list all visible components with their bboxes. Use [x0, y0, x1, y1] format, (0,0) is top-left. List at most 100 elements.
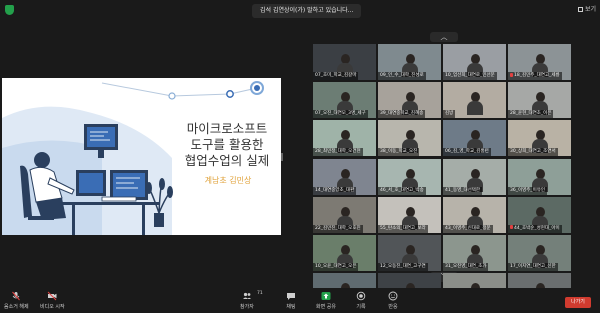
slide-author: 계남초 김민상	[204, 176, 252, 185]
participants-icon	[242, 292, 251, 299]
participant-name: 38_이동_학교_오진	[378, 148, 420, 157]
participant-tile[interactable]: 17_이지연_대연고_신한	[508, 235, 571, 271]
participant-tile[interactable]: 28_윤현_대연초_이은	[508, 82, 571, 119]
participant-tile[interactable]: 07_오진_대연모_3명_세구	[313, 82, 376, 119]
participant-name: 28_윤현_대연초_이은	[508, 110, 554, 119]
participant-name-text: 07_오진_대연모_3명_세구	[315, 111, 366, 117]
participant-name: 22_김민진_대학_오호진	[313, 224, 363, 233]
record-button[interactable]: 기록	[356, 291, 366, 310]
participant-name-text: 김방	[445, 111, 454, 117]
participant-tile[interactable]: 28_최민정_대학_오건현	[313, 120, 376, 157]
participant-tile[interactable]: 44_호박순_성현대_아이	[508, 196, 571, 233]
participant-tile[interactable]: 07_호미_학교_김갈마	[313, 44, 376, 80]
participant-tile[interactable]: 12_오동진_대연_고구연	[378, 235, 441, 271]
leave-meeting-button[interactable]: 나가기	[565, 297, 591, 308]
chat-label: 채팅	[286, 304, 296, 310]
participant-tile[interactable]: 22_김민진_대학_오호진	[313, 196, 376, 233]
participant-tile[interactable]: 41_동영_대선택한	[443, 158, 506, 195]
slide-title-line: 마이크로소프트	[186, 121, 268, 136]
participant-name: 43_이영주_신대로_정문	[443, 224, 493, 233]
view-label: 보기	[584, 6, 596, 13]
share-screen-button[interactable]: 화면 공유	[316, 291, 336, 310]
participant-tile[interactable]: 36_이영주_이유인	[508, 158, 571, 195]
smiley-icon	[388, 291, 398, 301]
participant-tile[interactable]: 43_이영주_신대로_정문	[443, 196, 506, 233]
participant-tile[interactable]: 14_대연중앙초_대판	[313, 158, 376, 195]
participant-name: 44_호박순_성현대_아이	[508, 224, 562, 233]
participant-name-text: 39_대연중학교_김혜송	[380, 111, 424, 117]
participant-tile[interactable]: 06_김_영_학교_김홍련	[443, 120, 506, 157]
participant-name-text: 38_이동_학교_오진	[380, 149, 418, 155]
slide-title-line: 협업수업의 실제	[184, 153, 270, 168]
start-video-button[interactable]: 비디오 시작	[40, 291, 65, 310]
participant-name-text: 14_대연중앙초_대판	[315, 187, 355, 193]
participant-tile[interactable]: 39_대연중학교_김혜송	[378, 82, 441, 119]
participant-name: 10_오윤_대연고_오은	[313, 263, 359, 271]
participant-name: 28_최민정_대학_오건현	[313, 148, 363, 157]
muted-mic-icon	[510, 225, 513, 230]
participant-name: 07_호미_학교_김갈마	[313, 72, 359, 80]
speaker-banner: 김석 김연상이(가) 말하고 있습니다...	[252, 4, 362, 18]
participant-tile[interactable]: 30_상희_대연고_조연서	[508, 120, 571, 157]
participant-name: 18_김민주_대연고_세룡	[508, 72, 562, 80]
participant-name: 14_대연중앙초_대판	[313, 186, 357, 195]
microphone-muted-icon	[12, 291, 21, 301]
record-icon	[356, 291, 366, 301]
meeting-toolbar: 음소거 해제 비디오 시작 참가자 71 채팅 화면 공유 기록 반응 나가기	[0, 288, 600, 313]
grid-view-icon	[577, 7, 583, 12]
participant-name: 09_인_수_대학_진성로	[378, 72, 426, 80]
slide-title: 마이크로소프트 도구를 활용한 협업수업의 실제	[172, 121, 281, 169]
participant-name-text: 18_김민주_대연고_세룡	[514, 73, 560, 78]
participant-name-text: 06_김_영_학교_김홍련	[445, 149, 489, 155]
participant-tile[interactable]: 10_오윤_대연고_오은	[313, 235, 376, 271]
meeting-window: 김석 김연상이(가) 말하고 있습니다... 보기 마이크로소프트 도구를 활용…	[0, 0, 600, 313]
participant-name: 46_서_호_대연고_박송	[378, 186, 426, 195]
unmute-button[interactable]: 음소거 해제	[4, 291, 29, 310]
view-button[interactable]: 보기	[577, 4, 596, 16]
top-bar: 김석 김연상이(가) 말하고 있습니다... 보기	[0, 0, 600, 22]
participants-label: 참가자	[240, 304, 254, 310]
participant-tile[interactable]: 38_이동_학교_오진	[378, 120, 441, 157]
participant-name-text: 10_엄선희_대연로_민선문	[445, 73, 495, 78]
participant-name-text: 41_동영_대선택한	[445, 187, 481, 193]
participant-name: 30_상희_대연고_조연서	[508, 148, 558, 157]
participant-name-text: 12_오동진_대연_고구연	[380, 264, 426, 269]
security-shield-icon[interactable]	[5, 5, 14, 15]
chat-icon	[287, 293, 295, 300]
participant-tile[interactable]: 31_오진영_대연_초가	[443, 235, 506, 271]
participant-name: 55_탄소의_대연고_보라	[378, 224, 428, 233]
participant-name-text: 31_오진영_대연_초가	[445, 264, 487, 269]
participant-name-text: 22_김민진_대학_오호진	[315, 225, 361, 231]
participant-name-text: 28_최민정_대학_오건현	[315, 149, 361, 155]
participant-name: 41_동영_대선택한	[443, 186, 483, 195]
participant-name-text: 43_이영주_신대로_정문	[445, 225, 491, 231]
slide-title-line: 도구를 활용한	[190, 137, 264, 152]
participant-tile[interactable]: 18_김민주_대연고_세룡	[508, 44, 571, 80]
participant-name: 12_오동진_대연_고구연	[378, 263, 428, 271]
participant-name-text: 44_호박순_성현대_아이	[514, 225, 560, 231]
shared-slide: 마이크로소프트 도구를 활용한 협업수업의 실제 계남초 김민상	[2, 78, 281, 235]
participant-tile[interactable]: 09_인_수_대학_진성로	[378, 44, 441, 80]
participant-video	[466, 92, 483, 116]
reactions-button[interactable]: 반응	[388, 291, 398, 310]
split-divider-handle[interactable]	[281, 153, 283, 161]
participant-name: 김방	[443, 110, 456, 119]
start-video-label: 비디오 시작	[40, 304, 65, 310]
participant-tile[interactable]: 46_서_호_대연고_박송	[378, 158, 441, 195]
participant-name: 06_김_영_학교_김홍련	[443, 148, 491, 157]
participant-name-text: 28_윤현_대연초_이은	[510, 111, 552, 117]
participant-tile[interactable]: 10_엄선희_대연로_민선문	[443, 44, 506, 80]
gallery-up-arrow[interactable]: ︿	[430, 32, 458, 42]
participant-tile[interactable]: 김방	[443, 82, 506, 119]
participant-name-text: 55_탄소의_대연고_보라	[380, 225, 426, 231]
reactions-label: 반응	[388, 304, 398, 310]
participant-name-text: 09_인_수_대학_진성로	[380, 73, 424, 78]
share-screen-icon	[321, 292, 331, 300]
participant-name-text: 36_이영주_이유인	[510, 187, 546, 193]
participant-tile[interactable]: 55_탄소의_대연고_보라	[378, 196, 441, 233]
participant-name: 31_오진영_대연_초가	[443, 263, 489, 271]
chat-button[interactable]: 채팅	[286, 291, 296, 310]
participant-body	[466, 101, 483, 116]
participants-button[interactable]: 참가자 71	[240, 291, 263, 310]
participant-name: 39_대연중학교_김혜송	[378, 110, 426, 119]
